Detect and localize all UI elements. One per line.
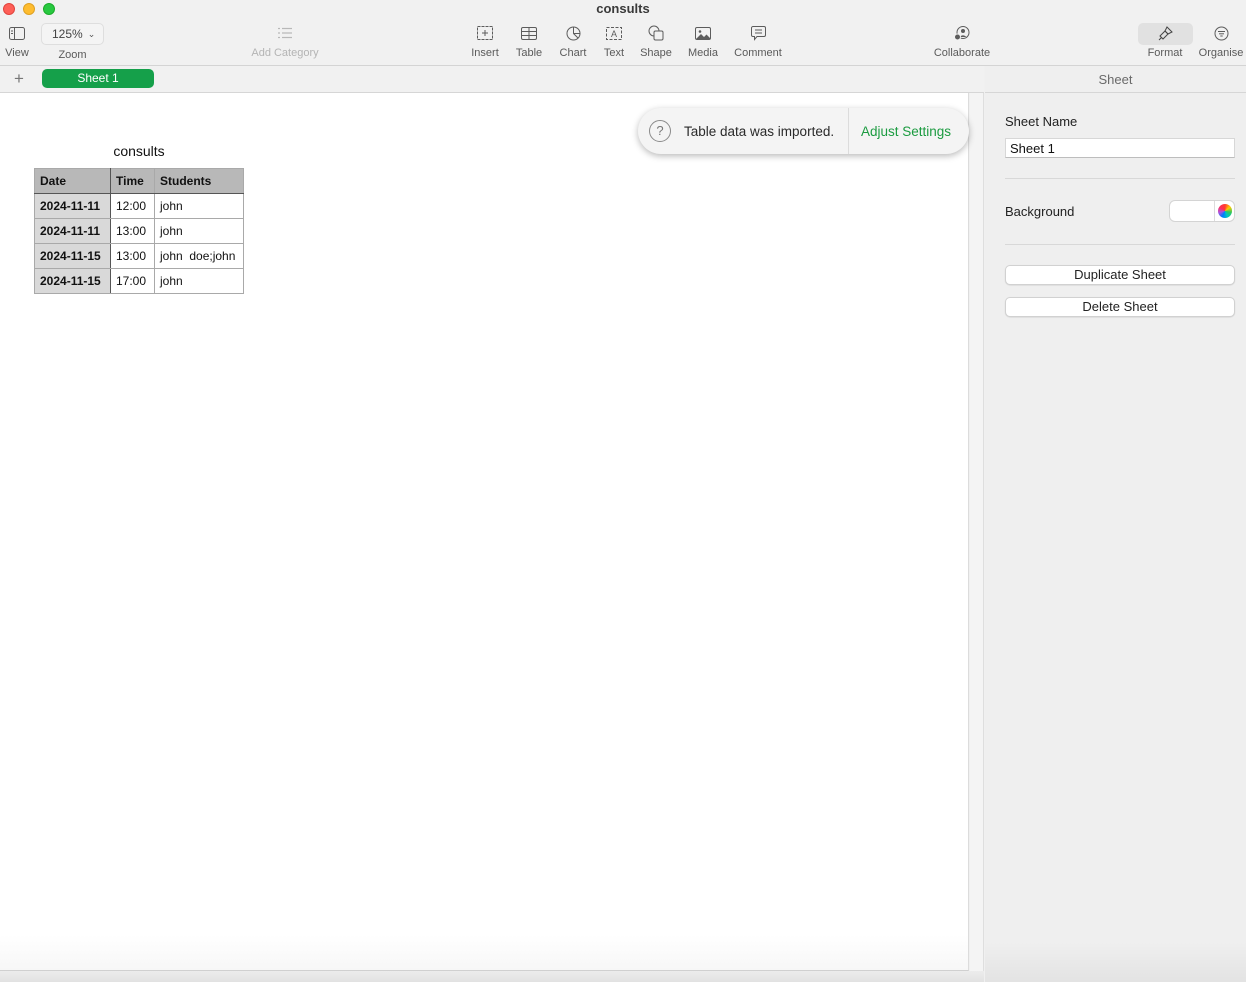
organise-icon <box>1214 22 1229 44</box>
organise-button[interactable]: Organise <box>1197 22 1245 59</box>
collaborate-button[interactable]: Collaborate <box>930 22 994 59</box>
zoom-value: 125% <box>52 27 83 41</box>
cell-date[interactable]: 2024-11-15 <box>34 243 111 269</box>
cell-time[interactable]: 17:00 <box>110 268 155 294</box>
comment-button[interactable]: Comment <box>731 22 785 59</box>
text-label: Text <box>603 47 625 59</box>
color-well-divider <box>1214 201 1215 221</box>
cell-time[interactable]: 13:00 <box>110 218 155 244</box>
background-color-well[interactable] <box>1169 200 1235 222</box>
format-sidebar: Sheet Sheet Name Background Duplicate Sh… <box>985 66 1246 982</box>
header-time[interactable]: Time <box>110 168 155 194</box>
zoom-select[interactable]: 125% ⌄ <box>41 23 104 45</box>
comment-label: Comment <box>734 47 782 59</box>
sidebar-header: Sheet <box>985 66 1246 93</box>
consults-table[interactable]: Date Time Students 2024-11-11 12:00 john… <box>34 168 244 294</box>
shape-label: Shape <box>640 47 672 59</box>
media-button[interactable]: Media <box>685 22 721 59</box>
table-button[interactable]: Table <box>513 22 545 59</box>
chart-label: Chart <box>559 47 587 59</box>
table-header-row: Date Time Students <box>34 168 244 194</box>
divider <box>1005 178 1235 179</box>
sidebar-bottom-fade <box>985 942 1246 982</box>
svg-text:A: A <box>611 29 617 39</box>
shape-icon <box>648 22 664 44</box>
cell-students[interactable]: john <box>154 218 244 244</box>
question-icon[interactable]: ? <box>649 120 671 142</box>
tab-sheet-1[interactable]: Sheet 1 <box>42 69 154 88</box>
format-label: Format <box>1147 47 1183 59</box>
horizontal-scrollbar[interactable] <box>0 971 984 982</box>
insert-button[interactable]: Insert <box>467 22 503 59</box>
table-title[interactable]: consults <box>34 143 244 159</box>
media-label: Media <box>688 47 718 59</box>
cell-date[interactable]: 2024-11-15 <box>34 268 111 294</box>
color-wheel-icon[interactable] <box>1218 204 1232 218</box>
window-title: consults <box>596 1 650 16</box>
chart-icon <box>566 22 581 44</box>
header-date[interactable]: Date <box>34 168 111 194</box>
sheet-name-label: Sheet Name <box>1005 114 1078 129</box>
sheet-tab-bar: + Sheet 1 <box>0 66 984 93</box>
cell-students[interactable]: john <box>154 268 244 294</box>
sheet-name-input[interactable] <box>1005 138 1235 158</box>
toolbar: consults View 125% ⌄ Zoom Add Category I… <box>0 0 1246 66</box>
table-row: 2024-11-15 17:00 john <box>34 268 244 294</box>
chevron-down-icon: ⌄ <box>87 28 96 39</box>
text-box-icon: A <box>606 22 622 44</box>
cell-date[interactable]: 2024-11-11 <box>34 218 111 244</box>
divider <box>1005 244 1235 245</box>
cell-students[interactable]: john <box>154 193 244 219</box>
notification-divider <box>848 108 849 154</box>
cell-students[interactable]: john doe;john <box>154 243 244 269</box>
cell-date[interactable]: 2024-11-11 <box>34 193 111 219</box>
view-label: View <box>5 47 29 59</box>
comment-icon <box>750 22 766 44</box>
table-row: 2024-11-11 13:00 john <box>34 218 244 244</box>
cell-time[interactable]: 13:00 <box>110 243 155 269</box>
table-row: 2024-11-11 12:00 john <box>34 193 244 219</box>
add-category-label: Add Category <box>251 47 319 59</box>
collaborate-icon <box>954 22 970 44</box>
sidebar-view-icon <box>9 22 25 44</box>
background-label: Background <box>1005 204 1075 219</box>
table-label: Table <box>515 47 543 59</box>
list-icon <box>278 22 292 44</box>
delete-sheet-button[interactable]: Delete Sheet <box>1005 297 1235 317</box>
duplicate-sheet-button[interactable]: Duplicate Sheet <box>1005 265 1235 285</box>
paintbrush-icon <box>1158 22 1173 44</box>
notification-message: Table data was imported. <box>684 123 835 139</box>
cell-time[interactable]: 12:00 <box>110 193 155 219</box>
adjust-settings-button[interactable]: Adjust Settings <box>861 124 951 139</box>
table-row: 2024-11-15 13:00 john doe;john <box>34 243 244 269</box>
canvas-bottom-fade <box>0 935 968 970</box>
media-icon <box>695 22 711 44</box>
chart-button[interactable]: Chart <box>556 22 590 59</box>
collaborate-label: Collaborate <box>933 47 991 59</box>
view-button[interactable]: View <box>3 22 31 59</box>
organise-label: Organise <box>1198 47 1244 59</box>
table-icon <box>521 22 537 44</box>
add-sheet-button[interactable]: + <box>10 69 28 89</box>
header-students[interactable]: Students <box>154 168 244 194</box>
insert-label: Insert <box>471 47 499 59</box>
import-notification: ? Table data was imported. Adjust Settin… <box>638 108 969 154</box>
shape-button[interactable]: Shape <box>638 22 674 59</box>
add-category-button[interactable]: Add Category <box>245 22 325 59</box>
zoom-label: Zoom <box>58 49 87 61</box>
format-button[interactable]: Format <box>1140 22 1190 59</box>
vertical-scrollbar[interactable] <box>970 93 984 982</box>
insert-icon <box>477 22 493 44</box>
text-button[interactable]: A Text <box>600 22 628 59</box>
